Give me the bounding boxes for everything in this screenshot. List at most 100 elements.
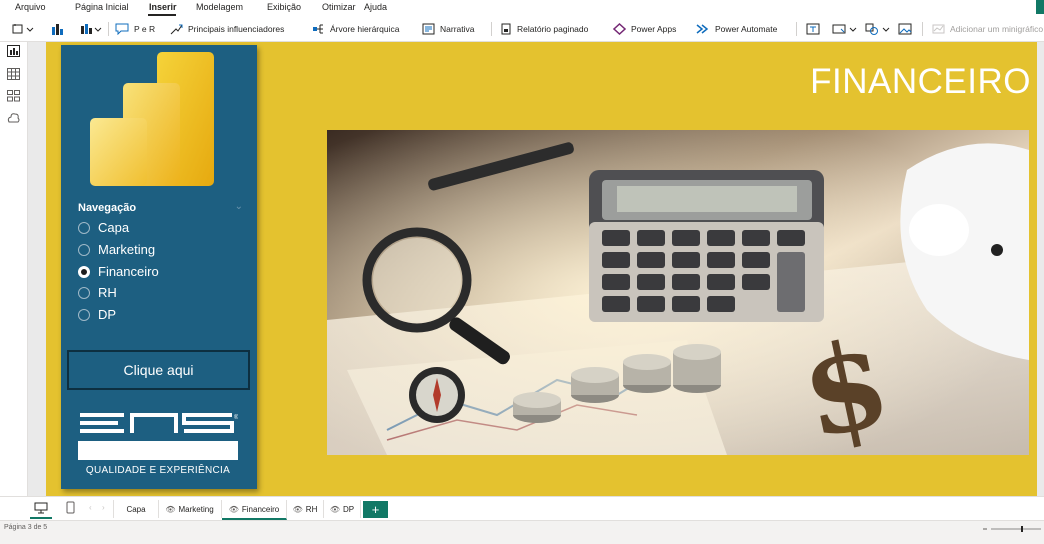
dax-query-view-icon[interactable] bbox=[7, 112, 20, 124]
visuals-gallery-icon bbox=[81, 23, 102, 34]
add-sparkline-label: Adicionar um minigráfico bbox=[950, 24, 1044, 34]
shapes-icon bbox=[865, 23, 890, 35]
model-view-icon[interactable] bbox=[7, 90, 20, 102]
tab-label: DP bbox=[343, 504, 355, 514]
decomposition-tree-label: Árvore hierárquica bbox=[330, 24, 400, 34]
tab-label: Marketing bbox=[178, 504, 214, 514]
page-tab-rh[interactable]: 👁 RH bbox=[287, 500, 324, 518]
ens-logo-icon: ® bbox=[78, 413, 238, 460]
nav-option-label: Marketing bbox=[98, 242, 156, 257]
chevron-down-icon[interactable]: ⌄ bbox=[235, 201, 243, 212]
menu-inserir[interactable]: Inserir bbox=[149, 2, 177, 12]
nav-option-financeiro[interactable]: Financeiro bbox=[78, 264, 159, 279]
finance-image: $ bbox=[327, 130, 1029, 455]
power-apps-button[interactable]: Power Apps bbox=[613, 21, 676, 37]
shapes-dropdown[interactable] bbox=[865, 21, 891, 37]
narrative-label: Narrativa bbox=[440, 24, 475, 34]
more-visuals-button[interactable] bbox=[80, 21, 102, 37]
hidden-page-icon: 👁 bbox=[228, 504, 239, 514]
nav-option-label: DP bbox=[98, 307, 117, 322]
power-bi-logo-icon bbox=[90, 52, 214, 186]
power-automate-button[interactable]: Power Automate bbox=[696, 21, 777, 37]
ribbon-separator bbox=[796, 22, 797, 36]
menu-ajuda[interactable]: Ajuda bbox=[364, 2, 387, 12]
power-automate-label: Power Automate bbox=[715, 24, 778, 34]
nav-option-rh[interactable]: RH bbox=[78, 285, 117, 300]
account-badge[interactable] bbox=[1036, 0, 1044, 14]
radio-button[interactable] bbox=[78, 286, 90, 299]
key-influencers-button[interactable]: Principais influenciadores bbox=[170, 21, 284, 37]
menu-otimizar[interactable]: Otimizar bbox=[322, 2, 356, 12]
image-button[interactable] bbox=[898, 21, 912, 37]
hidden-page-icon: 👁 bbox=[292, 504, 303, 514]
page-tab-financeiro[interactable]: 👁 Financeiro bbox=[222, 500, 287, 520]
scroll-right-icon[interactable]: › bbox=[102, 503, 105, 512]
status-bar: Página 3 de 5 bbox=[0, 520, 1044, 544]
nav-option-marketing[interactable]: Marketing bbox=[78, 242, 155, 257]
navigation-heading: Navegação bbox=[78, 202, 137, 214]
page-count: Página 3 de 5 bbox=[4, 524, 48, 531]
layout-selected-indicator bbox=[30, 517, 52, 519]
image-icon bbox=[898, 23, 912, 35]
page-title: FINANCEIRO bbox=[810, 62, 1031, 101]
report-view-icon[interactable] bbox=[7, 45, 20, 57]
page-tab-dp[interactable]: 👁 DP bbox=[324, 500, 361, 518]
decomposition-tree-button[interactable]: Árvore hierárquica bbox=[312, 21, 399, 37]
menu-exibicao[interactable]: Exibição bbox=[267, 2, 301, 12]
key-influencers-label: Principais influenciadores bbox=[188, 24, 285, 34]
narrative-button[interactable]: Narrativa bbox=[422, 21, 474, 37]
report-page[interactable]: Navegação ⌄ Capa Marketing Financeiro RH… bbox=[46, 42, 1037, 496]
speech-bubble-icon bbox=[115, 23, 129, 35]
ribbon: P e R Principais influenciadores Árvore … bbox=[0, 17, 1044, 42]
nav-option-capa[interactable]: Capa bbox=[78, 220, 129, 235]
brand-tagline: QUALIDADE E EXPERIÊNCIA bbox=[85, 465, 231, 476]
add-sparkline-button[interactable]: Adicionar um minigráfico bbox=[932, 21, 1043, 37]
decomposition-tree-icon bbox=[313, 24, 323, 34]
buttons-dropdown[interactable] bbox=[832, 21, 858, 37]
navigate-button[interactable]: Clique aqui bbox=[67, 350, 250, 390]
chart-button[interactable] bbox=[50, 21, 64, 37]
radio-button[interactable] bbox=[78, 308, 90, 321]
menu-modelagem[interactable]: Modelagem bbox=[196, 2, 243, 12]
nav-option-label: Capa bbox=[98, 220, 130, 235]
power-apps-icon bbox=[613, 23, 626, 35]
paginated-report-label: Relatório paginado bbox=[517, 24, 589, 34]
new-visual-button[interactable] bbox=[12, 21, 34, 37]
navigation-panel: Navegação ⌄ Capa Marketing Financeiro RH… bbox=[61, 45, 257, 489]
nav-option-label: Financeiro bbox=[98, 264, 159, 279]
tab-label: Capa bbox=[126, 504, 146, 514]
view-switcher-rail bbox=[0, 42, 28, 496]
page-tab-capa[interactable]: Capa bbox=[113, 500, 159, 518]
add-page-button[interactable]: + bbox=[363, 501, 388, 518]
narrative-icon bbox=[422, 23, 435, 35]
menu-pagina-inicial[interactable]: Página Inicial bbox=[75, 2, 129, 12]
menu-arquivo[interactable]: Arquivo bbox=[15, 2, 46, 12]
tab-label: RH bbox=[305, 504, 318, 514]
new-visual-icon bbox=[12, 24, 34, 34]
paginated-report-icon bbox=[501, 23, 511, 35]
nav-option-dp[interactable]: DP bbox=[78, 307, 116, 322]
radio-button[interactable] bbox=[78, 221, 90, 234]
active-tab-indicator bbox=[148, 14, 176, 16]
power-automate-icon bbox=[696, 24, 709, 34]
page-tabs-bar: ‹ › Capa 👁 Marketing 👁 Financeiro 👁 RH 👁… bbox=[0, 496, 1044, 521]
nav-option-label: RH bbox=[98, 285, 117, 300]
mobile-layout-icon[interactable] bbox=[66, 501, 75, 514]
hidden-page-icon: 👁 bbox=[165, 504, 176, 514]
radio-button-selected[interactable] bbox=[78, 265, 90, 278]
paginated-report-button[interactable]: Relatório paginado bbox=[500, 21, 588, 37]
qa-button[interactable]: P e R bbox=[115, 21, 155, 37]
qa-label: P e R bbox=[134, 24, 156, 34]
text-box-button[interactable] bbox=[806, 21, 820, 37]
text-box-icon bbox=[806, 23, 820, 35]
scroll-left-icon[interactable]: ‹ bbox=[89, 503, 92, 512]
ribbon-separator bbox=[922, 22, 923, 36]
zoom-slider[interactable] bbox=[983, 526, 1041, 532]
tab-label: Financeiro bbox=[241, 504, 280, 514]
sparkline-icon bbox=[932, 24, 945, 34]
page-tab-marketing[interactable]: 👁 Marketing bbox=[158, 500, 222, 518]
table-view-icon[interactable] bbox=[7, 68, 20, 80]
radio-button[interactable] bbox=[78, 243, 90, 256]
desktop-layout-icon[interactable] bbox=[34, 502, 48, 514]
buttons-icon bbox=[832, 24, 857, 34]
